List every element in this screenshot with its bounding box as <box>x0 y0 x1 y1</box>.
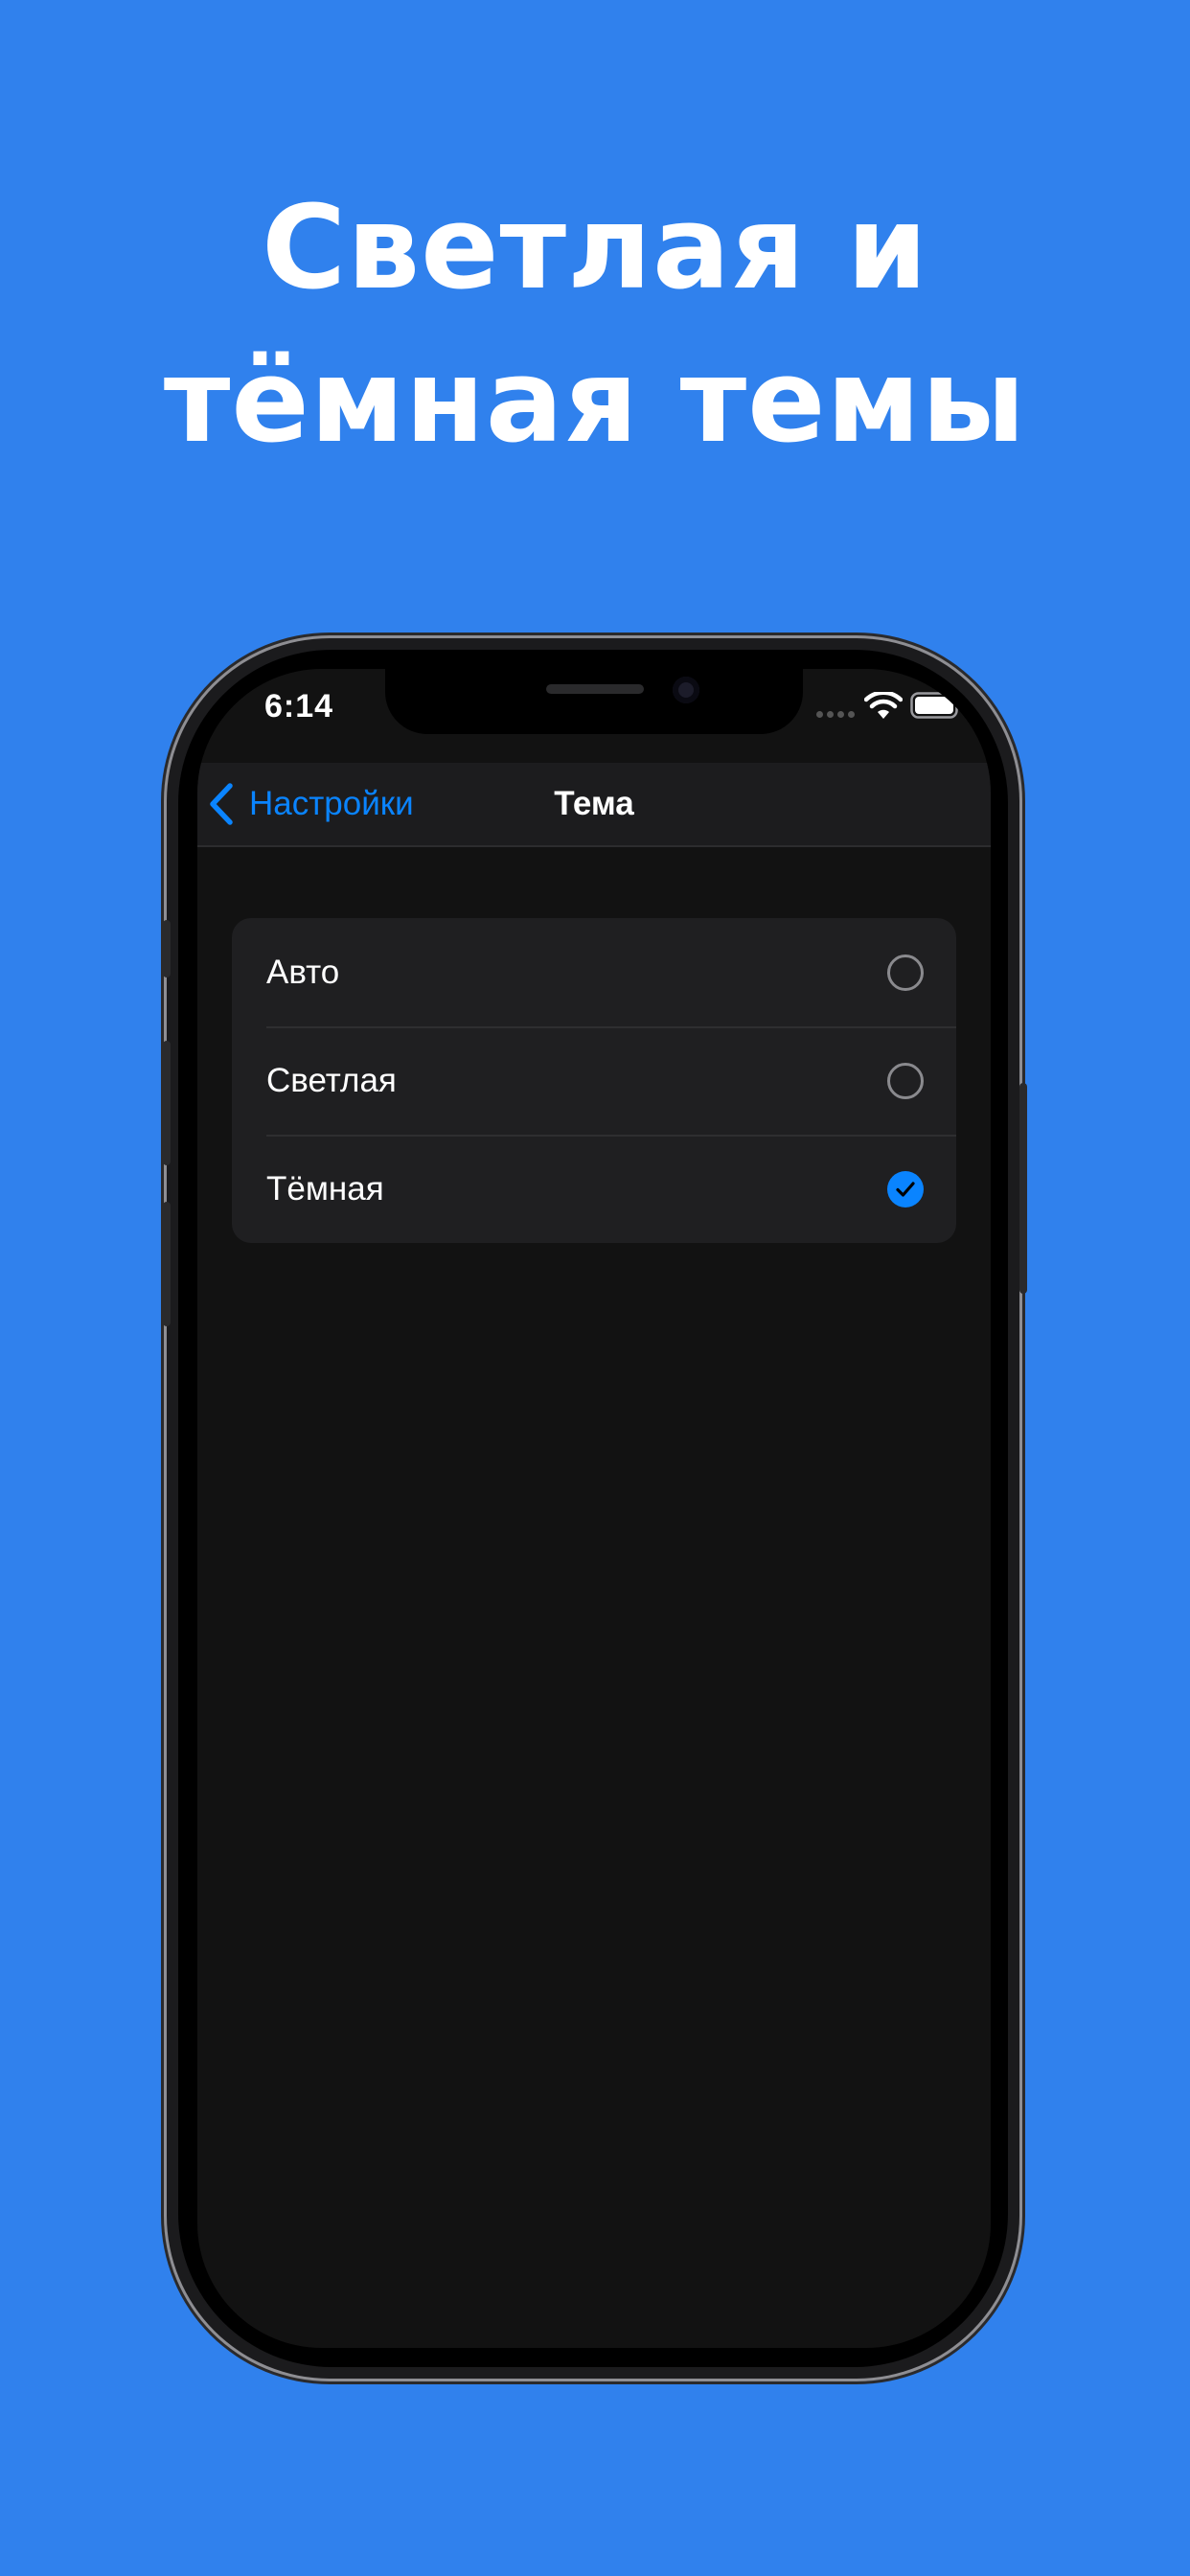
battery-icon <box>910 692 963 719</box>
back-button[interactable]: Настройки <box>207 763 414 845</box>
promo-headline: Светлая и тёмная темы <box>0 172 1190 479</box>
power-button <box>1019 1083 1027 1294</box>
back-button-label: Настройки <box>249 785 414 822</box>
option-label: Авто <box>266 953 340 991</box>
theme-option-light[interactable]: Светлая <box>232 1026 956 1135</box>
volume-up-button <box>163 1041 171 1165</box>
theme-option-auto[interactable]: Авто <box>232 918 956 1026</box>
navigation-bar: Настройки Тема <box>197 763 991 847</box>
status-time: 6:14 <box>264 688 334 724</box>
phone-notch <box>385 669 803 734</box>
chevron-left-icon <box>210 783 233 825</box>
radio-unchecked-icon[interactable] <box>887 954 924 991</box>
theme-option-dark[interactable]: Тёмная <box>232 1135 956 1243</box>
theme-options-list: Авто Светлая Тёмная <box>232 918 956 1243</box>
option-label: Тёмная <box>266 1169 384 1208</box>
option-label: Светлая <box>266 1061 397 1099</box>
radio-unchecked-icon[interactable] <box>887 1062 924 1099</box>
headline-line-1: Светлая и <box>262 182 928 315</box>
phone-screen: 6:14 Настройки Тема Авто Светлая Тёмная <box>197 669 991 2348</box>
volume-down-button <box>163 1202 171 1326</box>
wifi-icon <box>864 692 903 719</box>
cellular-signal-icon <box>816 711 855 719</box>
checkmark-icon <box>896 1181 915 1197</box>
earpiece-speaker <box>546 684 644 694</box>
front-camera <box>673 677 699 703</box>
radio-checked-icon[interactable] <box>887 1170 924 1208</box>
mute-switch <box>163 920 171 978</box>
headline-line-2: тёмная темы <box>163 335 1027 469</box>
